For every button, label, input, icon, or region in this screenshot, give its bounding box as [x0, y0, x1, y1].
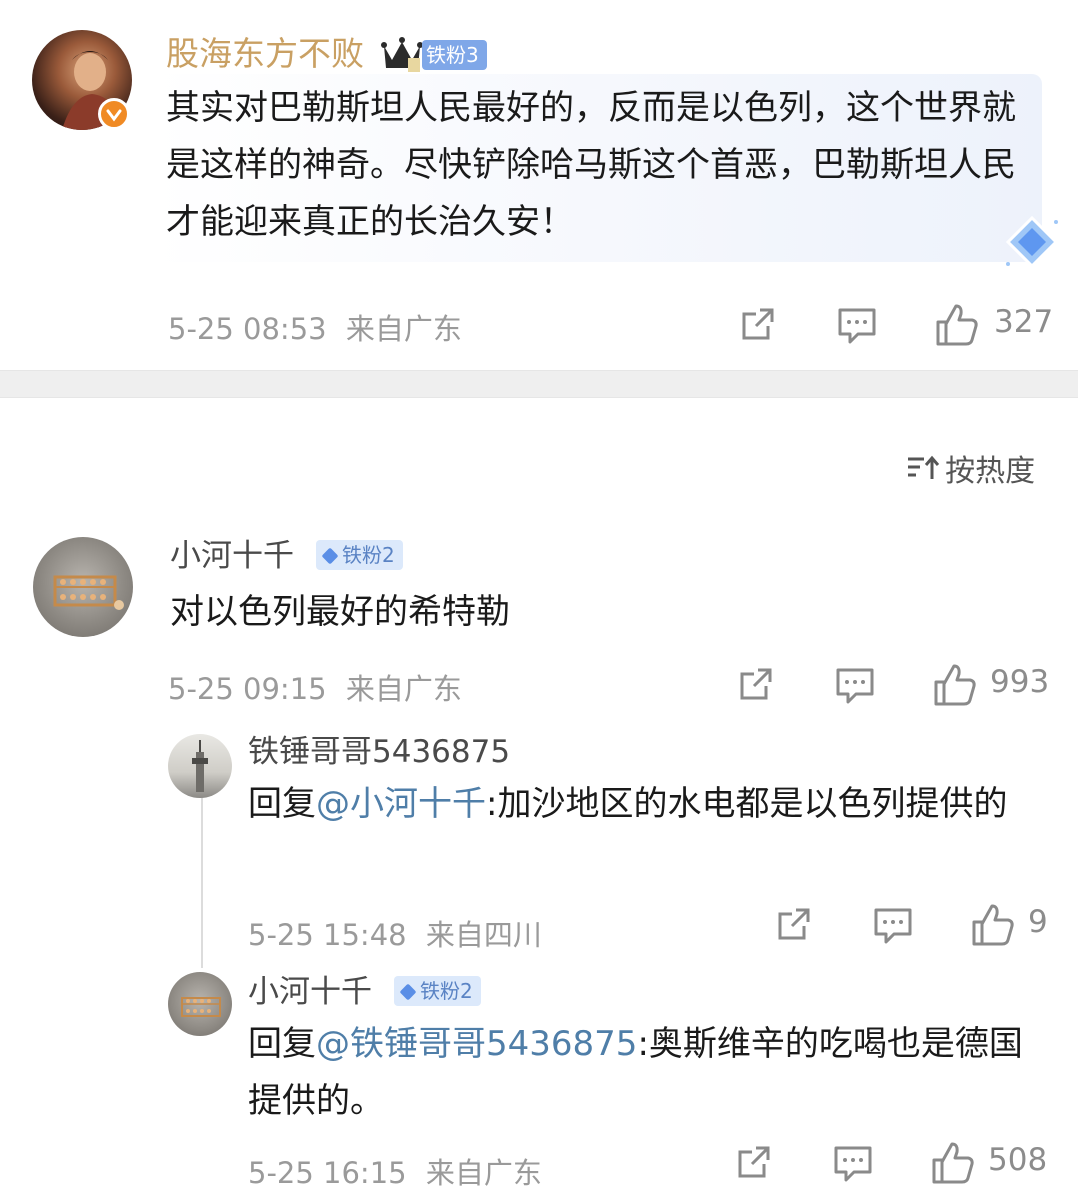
share-icon[interactable]: [736, 664, 776, 704]
abacus-avatar-icon: [181, 997, 221, 1017]
comment-icon[interactable]: [832, 1142, 874, 1184]
tower-avatar-icon: [192, 740, 208, 792]
comment-meta: 5-25 09:15 来自广东: [168, 666, 462, 708]
like-count: 327: [994, 304, 1054, 340]
sort-toggle[interactable]: 按热度: [906, 446, 1035, 490]
reply-username[interactable]: 小河十千: [248, 972, 372, 1012]
mention-link[interactable]: @小河十千: [316, 784, 486, 824]
thumbs-up-icon: [930, 1140, 976, 1186]
crown-icon: [380, 34, 424, 78]
fan-badge-label: 铁粉2: [420, 979, 473, 1003]
reply-text: 回复@小河十千:加沙地区的水电都是以色列提供的: [248, 776, 1048, 833]
thread-line: [201, 790, 203, 968]
comment-icon[interactable]: [834, 664, 876, 706]
reply-prefix: 回复: [248, 1024, 316, 1064]
post-meta: 5-25 08:53 来自广东: [168, 306, 462, 348]
avatar[interactable]: [33, 537, 133, 637]
verified-badge-icon: [98, 98, 130, 130]
post-text: 其实对巴勒斯坦人民最好的，反而是以色列，这个世界就是这样的神奇。尽快铲除哈马斯这…: [166, 88, 1016, 242]
reply-time: 5-25 15:48: [248, 918, 407, 952]
fan-badge: 铁粉2: [394, 976, 481, 1006]
section-divider: [0, 370, 1078, 398]
comment-username[interactable]: 小河十千: [170, 536, 294, 576]
thumbs-up-icon: [970, 902, 1016, 948]
fan-badge-label: 铁粉2: [342, 543, 395, 567]
reply-location: 来自四川: [425, 918, 542, 952]
reply-username[interactable]: 铁锤哥哥5436875: [248, 732, 510, 772]
share-icon[interactable]: [738, 304, 778, 344]
diamond-decoration-icon: [1000, 212, 1064, 280]
reply-time: 5-25 16:15: [248, 1156, 407, 1190]
reply-meta: 5-25 15:48 来自四川: [248, 912, 542, 954]
comment-text: 对以色列最好的希特勒: [170, 592, 510, 632]
comment-time: 5-25 09:15: [168, 672, 327, 706]
thumbs-up-icon: [934, 302, 980, 348]
reply-location: 来自广东: [425, 1156, 542, 1190]
post-location: 来自广东: [345, 312, 462, 346]
mention-link[interactable]: @铁锤哥哥5436875: [316, 1024, 637, 1064]
sort-label: 按热度: [945, 454, 1036, 489]
like-count: 508: [988, 1142, 1048, 1178]
fan-badge-label: 铁粉3: [426, 43, 479, 67]
share-icon[interactable]: [774, 904, 814, 944]
reply-meta: 5-25 16:15 来自广东: [248, 1150, 542, 1192]
post-username[interactable]: 股海东方不败: [166, 34, 364, 74]
avatar[interactable]: [168, 734, 232, 798]
avatar[interactable]: [168, 972, 232, 1036]
comment-icon[interactable]: [836, 304, 878, 346]
diamond-icon: [399, 983, 417, 1001]
fan-badge: 铁粉2: [316, 540, 403, 570]
thumbs-up-icon: [932, 662, 978, 708]
abacus-avatar-icon: [53, 575, 124, 610]
post-time: 5-25 08:53: [168, 312, 327, 346]
fan-badge: 铁粉3: [422, 40, 487, 70]
diamond-icon: [321, 547, 339, 565]
reply-prefix: 回复: [248, 784, 316, 824]
share-icon[interactable]: [734, 1142, 774, 1182]
reply-text: 回复@铁锤哥哥5436875:奥斯维辛的吃喝也是德国提供的。: [248, 1016, 1048, 1130]
like-count: 9: [1028, 904, 1048, 940]
comment-location: 来自广东: [345, 672, 462, 706]
like-count: 993: [990, 664, 1050, 700]
reply-body: :加沙地区的水电都是以色列提供的: [486, 784, 1008, 824]
comment-icon[interactable]: [872, 904, 914, 946]
top-post: 股海东方不败 铁粉3 其实对巴勒斯坦人民最好的，反而是以色列，这个世界就是这样的…: [0, 0, 1078, 370]
sort-icon: [906, 453, 940, 483]
